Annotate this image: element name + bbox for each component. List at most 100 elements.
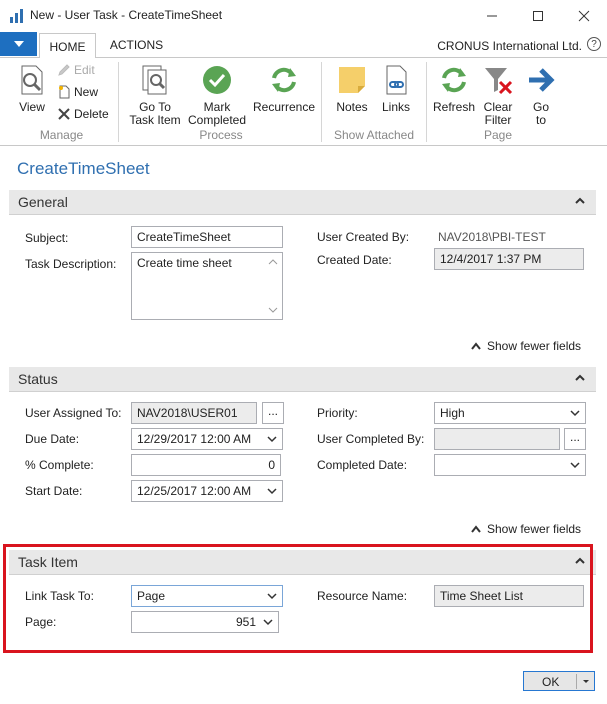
refresh-label: Refresh bbox=[432, 100, 476, 114]
due-date-field[interactable]: 12/29/2017 12:00 AM bbox=[131, 428, 283, 450]
task-description-label: Task Description: bbox=[25, 257, 117, 271]
collapse-icon bbox=[575, 197, 585, 204]
subject-label: Subject: bbox=[25, 231, 69, 245]
chevron-down-icon bbox=[570, 410, 580, 417]
fasttab-general-header[interactable]: General bbox=[9, 190, 596, 215]
task-description-field[interactable]: Create time sheet bbox=[131, 252, 283, 320]
tab-home[interactable]: HOME bbox=[39, 33, 96, 59]
user-assigned-to-label: User Assigned To: bbox=[25, 406, 122, 420]
ok-label: OK bbox=[542, 675, 560, 689]
show-fewer-fields-status[interactable]: Show fewer fields bbox=[471, 522, 581, 536]
close-icon bbox=[578, 10, 590, 21]
completed-date-field[interactable] bbox=[434, 454, 586, 476]
footer-bar bbox=[0, 660, 607, 704]
checkmark-icon bbox=[203, 66, 231, 94]
recurrence-label: Recurrence bbox=[252, 100, 316, 114]
arrow-right-icon bbox=[529, 68, 555, 92]
refresh-button[interactable]: Refresh bbox=[432, 64, 476, 114]
user-completed-by-field[interactable] bbox=[434, 428, 560, 450]
pencil-icon bbox=[58, 64, 70, 76]
go-to-task-item-button[interactable]: Go To Task Item bbox=[126, 64, 184, 127]
minimize-button[interactable] bbox=[469, 0, 515, 31]
go-to-button[interactable]: Go to bbox=[524, 64, 558, 127]
show-fewer-label: Show fewer fields bbox=[487, 339, 582, 353]
maximize-icon bbox=[533, 10, 543, 21]
collapse-icon bbox=[575, 374, 585, 381]
tab-actions[interactable]: ACTIONS bbox=[104, 33, 169, 57]
user-assigned-to-lookup-button[interactable]: ... bbox=[262, 402, 284, 424]
scroll-up-icon[interactable] bbox=[268, 259, 278, 265]
priority-field[interactable]: High bbox=[434, 402, 586, 424]
close-button[interactable] bbox=[561, 0, 607, 31]
refresh-icon bbox=[442, 67, 466, 93]
new-document-icon bbox=[59, 85, 70, 99]
edit-button[interactable]: Edit bbox=[57, 63, 95, 77]
new-button[interactable]: New bbox=[57, 85, 98, 99]
dropdown-arrow-icon bbox=[583, 680, 589, 683]
ok-button[interactable]: OK bbox=[523, 671, 595, 691]
start-date-field[interactable]: 12/25/2017 12:00 AM bbox=[131, 480, 283, 502]
recurrence-icon bbox=[272, 67, 296, 93]
help-icon[interactable]: ? bbox=[587, 37, 601, 51]
scroll-down-icon[interactable] bbox=[268, 307, 278, 313]
mark-completed-button[interactable]: Mark Completed bbox=[186, 64, 248, 127]
minimize-icon bbox=[487, 15, 497, 16]
ok-dropdown-button[interactable] bbox=[576, 674, 594, 689]
user-completed-by-lookup-button[interactable]: ... bbox=[564, 428, 586, 450]
delete-icon bbox=[58, 108, 70, 120]
priority-label: Priority: bbox=[317, 406, 358, 420]
delete-button[interactable]: Delete bbox=[57, 107, 109, 121]
start-date-value: 12/25/2017 12:00 AM bbox=[137, 484, 252, 498]
chevron-down-icon bbox=[570, 462, 580, 469]
notes-button[interactable]: Notes bbox=[333, 64, 371, 114]
priority-value: High bbox=[440, 406, 465, 420]
subject-field[interactable]: CreateTimeSheet bbox=[131, 226, 283, 248]
chevron-down-icon bbox=[267, 436, 277, 443]
fasttab-status-header[interactable]: Status bbox=[9, 367, 596, 392]
notes-icon bbox=[339, 67, 365, 93]
ribbon-divider bbox=[321, 62, 322, 142]
group-label-process: Process bbox=[199, 128, 243, 142]
ribbon-divider bbox=[118, 62, 119, 142]
delete-label: Delete bbox=[74, 107, 109, 121]
highlight-box bbox=[3, 544, 593, 653]
group-label-manage: Manage bbox=[39, 128, 84, 142]
show-fewer-fields-general[interactable]: Show fewer fields bbox=[471, 339, 581, 353]
new-label: New bbox=[74, 85, 99, 99]
view-label: View bbox=[19, 100, 45, 114]
created-date-field: 12/4/2017 1:37 PM bbox=[434, 248, 584, 270]
go-to-label-2: to bbox=[535, 113, 546, 127]
view-icon bbox=[21, 65, 43, 95]
clear-filter-label-2: Filter bbox=[484, 113, 512, 127]
user-created-by-value: NAV2018\PBI-TEST bbox=[438, 230, 546, 244]
due-date-value: 12/29/2017 12:00 AM bbox=[137, 432, 252, 446]
percent-complete-field[interactable]: 0 bbox=[131, 454, 281, 476]
mark-completed-label-2: Completed bbox=[187, 113, 247, 127]
dropdown-arrow-icon bbox=[13, 41, 24, 47]
clear-filter-icon bbox=[485, 68, 513, 95]
user-assigned-to-field[interactable]: NAV2018\USER01 bbox=[131, 402, 257, 424]
edit-label: Edit bbox=[74, 63, 95, 77]
window-title: New - User Task - CreateTimeSheet bbox=[30, 8, 223, 22]
user-completed-by-label: User Completed By: bbox=[317, 432, 425, 446]
ribbon-divider bbox=[426, 62, 427, 142]
recurrence-button[interactable]: Recurrence bbox=[252, 64, 316, 114]
chevron-up-icon bbox=[471, 525, 481, 533]
group-label-page: Page bbox=[483, 128, 513, 142]
percent-complete-label: % Complete: bbox=[25, 458, 94, 472]
view-button[interactable]: View bbox=[14, 64, 50, 114]
maximize-button[interactable] bbox=[515, 0, 561, 31]
group-label-show-attached: Show Attached bbox=[333, 128, 415, 142]
page-title: CreateTimeSheet bbox=[17, 159, 150, 178]
task-description-value: Create time sheet bbox=[137, 256, 232, 270]
app-icon bbox=[9, 8, 25, 24]
notes-label: Notes bbox=[336, 100, 368, 114]
created-date-label: Created Date: bbox=[317, 253, 392, 267]
application-menu-button[interactable] bbox=[0, 32, 37, 56]
start-date-label: Start Date: bbox=[25, 484, 83, 498]
clear-filter-button[interactable]: Clear Filter bbox=[478, 64, 518, 127]
links-icon bbox=[386, 65, 407, 95]
fasttab-status-title: Status bbox=[18, 371, 58, 387]
show-fewer-label: Show fewer fields bbox=[487, 522, 582, 536]
links-button[interactable]: Links bbox=[378, 64, 414, 114]
